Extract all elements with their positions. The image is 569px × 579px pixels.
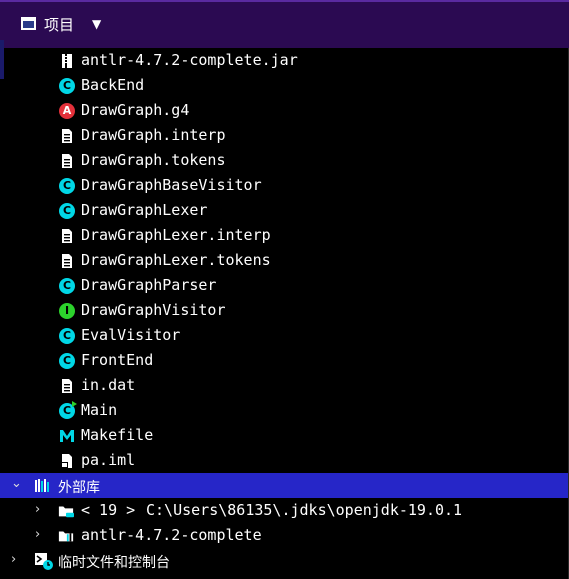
file-name: DrawGraphVisitor xyxy=(81,301,226,319)
chevron-down-icon[interactable]: ⌄ xyxy=(11,476,22,491)
tree-node-file[interactable]: C Main xyxy=(0,398,569,423)
tree-node-scratches[interactable]: › 临时文件和控制台 xyxy=(0,548,569,573)
class-icon: C xyxy=(59,78,75,94)
file-name: DrawGraphParser xyxy=(81,276,217,294)
module-file-icon xyxy=(59,453,75,469)
tree-node-file[interactable]: DrawGraph.interp xyxy=(0,123,569,148)
file-name: DrawGraph.g4 xyxy=(81,101,190,119)
file-name: BackEnd xyxy=(81,76,145,94)
file-name: EvalVisitor xyxy=(81,326,181,344)
class-icon: C xyxy=(59,178,75,194)
class-icon: C xyxy=(59,353,75,369)
antlr-library-label: antlr-4.7.2-complete xyxy=(81,526,262,544)
file-name: pa.iml xyxy=(81,451,136,469)
file-name: DrawGraphLexer.tokens xyxy=(81,251,271,269)
tree-node-file[interactable]: C DrawGraphParser xyxy=(0,273,569,298)
tree-node-file[interactable]: DrawGraphLexer.interp xyxy=(0,223,569,248)
tree-node-file[interactable]: C FrontEnd xyxy=(0,348,569,373)
scratches-icon xyxy=(35,553,53,570)
external-libraries-label: 外部库 xyxy=(58,480,100,496)
scratches-label: 临时文件和控制台 xyxy=(58,555,170,571)
chevron-right-icon[interactable]: › xyxy=(11,552,16,567)
interface-icon: I xyxy=(59,303,75,319)
tree-node-file[interactable]: C DrawGraphLexer xyxy=(0,198,569,223)
tree-node-file[interactable]: in.dat xyxy=(0,373,569,398)
project-tool-window: 项目 ▼ antlr-4.7.2-complete.jar C BackEnd A Dr… xyxy=(0,0,569,579)
class-icon: C xyxy=(59,328,75,344)
chevron-right-icon[interactable]: › xyxy=(35,527,40,542)
tree-node-file[interactable]: C EvalVisitor xyxy=(0,323,569,348)
text-file-icon xyxy=(59,378,75,394)
tree-node-external-libraries[interactable]: ⌄ 外部库 xyxy=(0,473,569,498)
tree-node-file[interactable]: pa.iml xyxy=(0,448,569,473)
tree-node-jdk[interactable]: › < 19 > C:\Users\86135\.jdks\openjdk-19… xyxy=(0,498,569,523)
file-name: in.dat xyxy=(81,376,136,394)
chevron-right-icon[interactable]: › xyxy=(35,502,40,517)
jdk-version: < 19 > xyxy=(81,501,136,519)
text-file-icon xyxy=(59,153,75,169)
file-name: DrawGraphLexer xyxy=(81,201,208,219)
caret-down-icon[interactable]: ▼ xyxy=(92,17,101,31)
jar-icon xyxy=(59,53,75,69)
file-name: FrontEnd xyxy=(81,351,154,369)
file-name: DrawGraphLexer.interp xyxy=(81,226,271,244)
tree-node-file[interactable]: C BackEnd xyxy=(0,73,569,98)
text-file-icon xyxy=(59,228,75,244)
tree-node-file[interactable]: DrawGraphLexer.tokens xyxy=(0,248,569,273)
project-window-icon xyxy=(21,17,36,30)
tree-node-file[interactable]: DrawGraph.tokens xyxy=(0,148,569,173)
class-icon: C xyxy=(59,278,75,294)
library-jar-icon xyxy=(58,531,74,542)
text-file-icon xyxy=(59,253,75,269)
file-name: Main xyxy=(81,401,118,419)
tree-node-antlr-library[interactable]: › antlr-4.7.2-complete xyxy=(0,523,569,548)
tool-window-header: 项目 ▼ xyxy=(0,0,569,48)
text-file-icon xyxy=(59,128,75,144)
main-class-icon: C xyxy=(59,401,77,419)
tree-node-file[interactable]: antlr-4.7.2-complete.jar xyxy=(0,48,569,73)
tree-node-file[interactable]: C DrawGraphBaseVisitor xyxy=(0,173,569,198)
file-name: DrawGraph.tokens xyxy=(81,151,226,169)
file-name: DrawGraph.interp xyxy=(81,126,226,144)
tree-node-file[interactable]: Makefile xyxy=(0,423,569,448)
tree-node-file[interactable]: A DrawGraph.g4 xyxy=(0,98,569,123)
antlr-icon: A xyxy=(59,103,75,119)
file-name: Makefile xyxy=(81,426,154,444)
file-name: DrawGraphBaseVisitor xyxy=(81,176,262,194)
library-icon xyxy=(35,479,49,492)
class-icon: C xyxy=(59,203,75,219)
panel-title[interactable]: 项目 xyxy=(44,14,74,35)
makefile-icon xyxy=(59,428,75,444)
tree-node-file[interactable]: I DrawGraphVisitor xyxy=(0,298,569,323)
jdk-path: C:\Users\86135\.jdks\openjdk-19.0.1 xyxy=(146,501,463,519)
jdk-folder-icon xyxy=(58,506,74,518)
file-name: antlr-4.7.2-complete.jar xyxy=(81,51,298,69)
